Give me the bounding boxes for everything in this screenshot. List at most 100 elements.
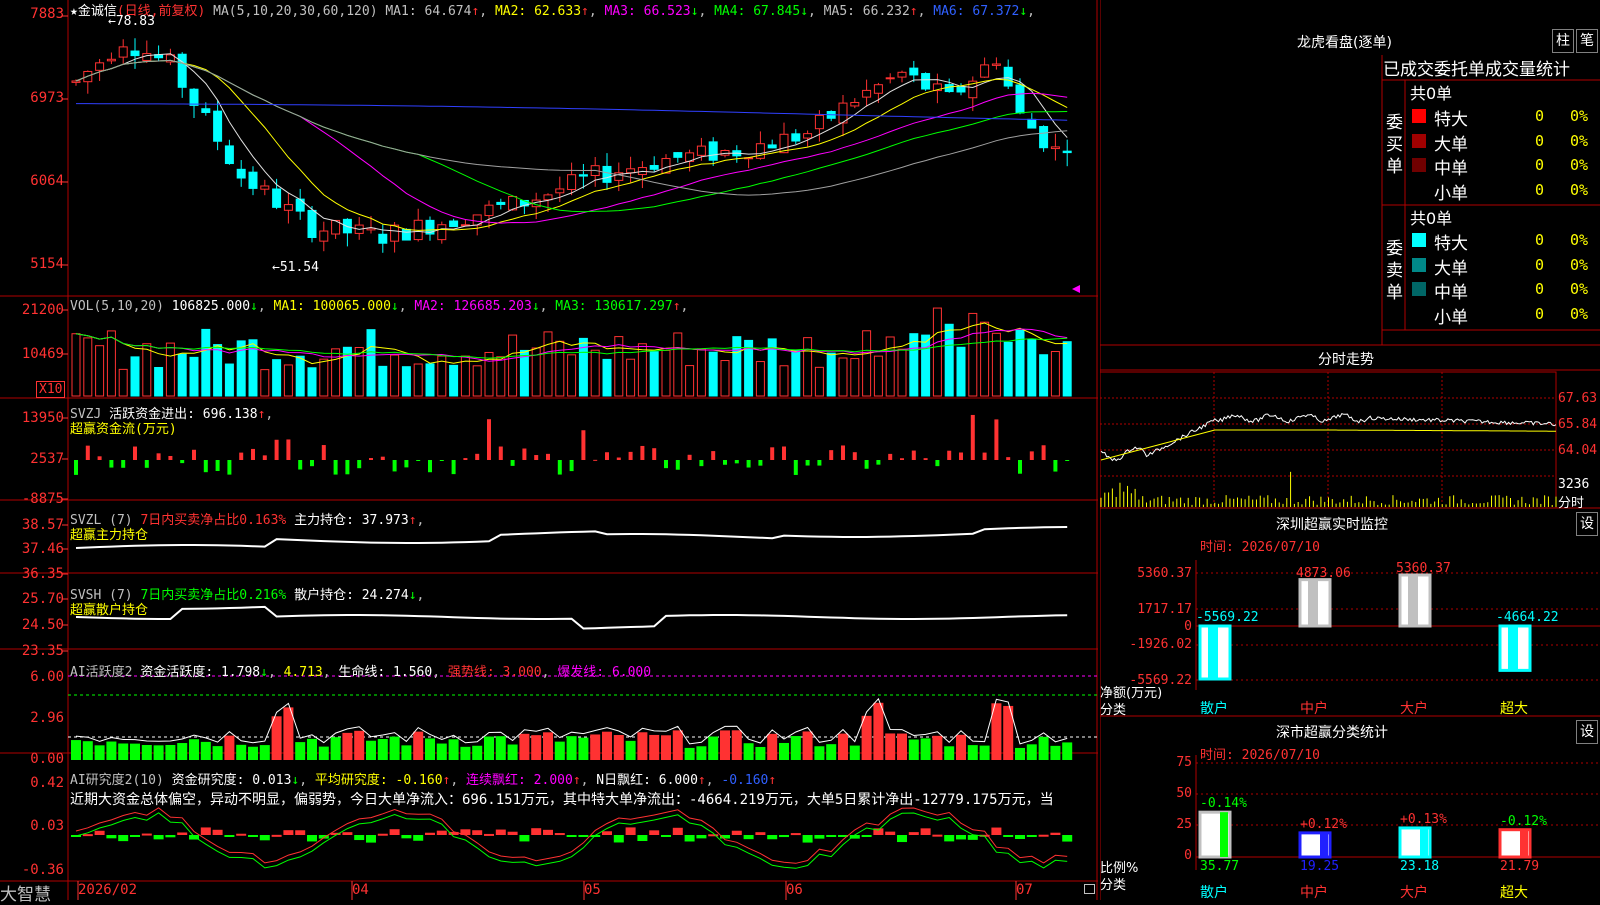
classify-settings-button[interactable]: 设 bbox=[1576, 720, 1598, 744]
volume-bar bbox=[130, 356, 140, 397]
activity-bar bbox=[259, 745, 270, 760]
svzl-hold: 主力持仓: 37.973 bbox=[294, 513, 409, 528]
candle-body bbox=[1015, 84, 1025, 114]
research-bar bbox=[165, 835, 176, 838]
fund-flow-bar bbox=[133, 446, 137, 460]
fund-flow-bar bbox=[321, 445, 326, 460]
indicator-value: MA6: 67.372 bbox=[933, 4, 1020, 19]
order-type-label: 特大 bbox=[1434, 110, 1468, 130]
fund-flow-bar bbox=[852, 452, 857, 460]
activity-bar bbox=[307, 738, 317, 760]
fund-flow-bar bbox=[994, 419, 999, 460]
fund-flow-bar bbox=[1041, 445, 1046, 460]
activity-bar bbox=[672, 730, 683, 760]
fund-flow-bar bbox=[569, 460, 574, 472]
volume-bar bbox=[921, 334, 931, 397]
classify-title: 深市超赢分类统计 bbox=[1276, 725, 1388, 741]
candle-body bbox=[1027, 118, 1037, 129]
volume-bar bbox=[956, 346, 966, 397]
fund-flow-bar bbox=[652, 448, 657, 460]
research-bar bbox=[484, 833, 494, 836]
activity-bar bbox=[566, 736, 577, 760]
volume-bar bbox=[508, 334, 518, 397]
price-pane-header: ★金诚信(日线,前复权) MA(5,10,20,30,60,120) MA1: … bbox=[70, 0, 1035, 19]
candle-body bbox=[449, 220, 459, 228]
monitor-title: 深圳超赢实时监控 bbox=[1276, 517, 1388, 533]
activity-bar bbox=[354, 730, 365, 760]
separator: , bbox=[680, 299, 689, 314]
ai2-axis-tick: 0.42 bbox=[30, 775, 64, 791]
candle-body bbox=[626, 168, 636, 174]
monitor-axis-tick: 1717.17 bbox=[1137, 602, 1192, 617]
volume-bar bbox=[71, 333, 81, 397]
lock-icon[interactable] bbox=[1084, 884, 1095, 894]
time-axis-label: 05 bbox=[584, 882, 601, 898]
favorite-star-icon[interactable]: ★ bbox=[70, 4, 78, 19]
candle-body bbox=[189, 88, 199, 106]
research-bar bbox=[200, 827, 211, 835]
kline-chart-area[interactable]: ★金诚信(日线,前复权) MA(5,10,20,30,60,120) MA1: … bbox=[0, 0, 1098, 905]
candle-body bbox=[295, 198, 305, 212]
candle-body bbox=[803, 133, 813, 139]
activity-bar bbox=[460, 746, 471, 760]
research-bar bbox=[118, 835, 129, 842]
volume-bar bbox=[319, 358, 329, 397]
separator: , bbox=[398, 299, 415, 314]
fund-flow-bar bbox=[1018, 460, 1022, 474]
activity-bar bbox=[71, 740, 81, 760]
bar-mode-button[interactable]: 柱 bbox=[1552, 29, 1574, 53]
candle-body bbox=[71, 80, 81, 83]
research-bar bbox=[543, 829, 553, 835]
candle-body bbox=[130, 50, 140, 57]
activity-bar bbox=[861, 715, 872, 760]
monitor-settings-button[interactable]: 设 bbox=[1576, 512, 1598, 536]
intraday-axis-tick: 67.63 bbox=[1558, 391, 1598, 406]
volume-bar bbox=[803, 337, 813, 397]
fund-flow-bar bbox=[923, 458, 928, 460]
kline-canvas[interactable] bbox=[0, 0, 1098, 900]
intraday-title: 分时走势 bbox=[1318, 352, 1374, 368]
fund-flow-bar bbox=[310, 460, 314, 467]
research-bar bbox=[177, 832, 188, 835]
vol-label: VOL(5,10,20) bbox=[70, 299, 164, 314]
volume-bar bbox=[366, 329, 376, 397]
candle-body bbox=[484, 204, 494, 217]
activity-bar bbox=[661, 735, 671, 760]
time-axis-label: 06 bbox=[786, 882, 803, 898]
tick-mode-button[interactable]: 笔 bbox=[1576, 29, 1598, 53]
ai-research-pane-header: AI研究度2(10) 资金研究度: 0.013↓, 平均研究度: -0.160↑… bbox=[70, 773, 777, 788]
svzl-pct: 7日内买卖净占比0.163% bbox=[140, 513, 287, 528]
brand-logo[interactable]: 大智慧 bbox=[0, 880, 51, 905]
candle-body bbox=[1039, 126, 1049, 149]
research-line-green bbox=[75, 812, 1068, 869]
vol-unit-badge[interactable]: X10 bbox=[36, 381, 66, 398]
candle-body bbox=[319, 230, 329, 242]
activity-bar bbox=[814, 746, 825, 760]
candle-body bbox=[543, 194, 553, 201]
research-bar bbox=[637, 835, 648, 842]
fund-flow-bar bbox=[711, 451, 716, 460]
activity-bar bbox=[1026, 744, 1037, 760]
fund-flow-bar bbox=[298, 460, 303, 470]
svzl-axis-tick: 36.35 bbox=[21, 566, 64, 582]
volume-bar bbox=[224, 363, 234, 397]
svzj-axis-tick: 13950 bbox=[21, 410, 64, 426]
volume-bar bbox=[1027, 338, 1037, 397]
volume-bar bbox=[106, 330, 116, 397]
ai2-last: -0.160 bbox=[721, 773, 769, 788]
indicator-arrow: ↑ bbox=[909, 4, 918, 19]
volume-bar bbox=[590, 349, 600, 397]
volume-bar bbox=[272, 359, 282, 397]
order-count: 0 bbox=[1534, 304, 1544, 323]
order-type-swatch bbox=[1412, 182, 1426, 197]
activity-bar bbox=[118, 743, 129, 760]
activity-bar bbox=[330, 737, 341, 760]
volume-pane-header: VOL(5,10,20) 106825.000↓, MA1: 100065.00… bbox=[70, 299, 689, 314]
candle-body bbox=[921, 73, 931, 90]
research-bar bbox=[897, 835, 907, 843]
order-percent: 0% bbox=[1570, 131, 1589, 150]
fund-flow-bar bbox=[770, 447, 775, 460]
svzl-axis-tick: 37.46 bbox=[21, 541, 64, 557]
volume-bar bbox=[142, 343, 152, 397]
candle-body bbox=[956, 86, 966, 93]
